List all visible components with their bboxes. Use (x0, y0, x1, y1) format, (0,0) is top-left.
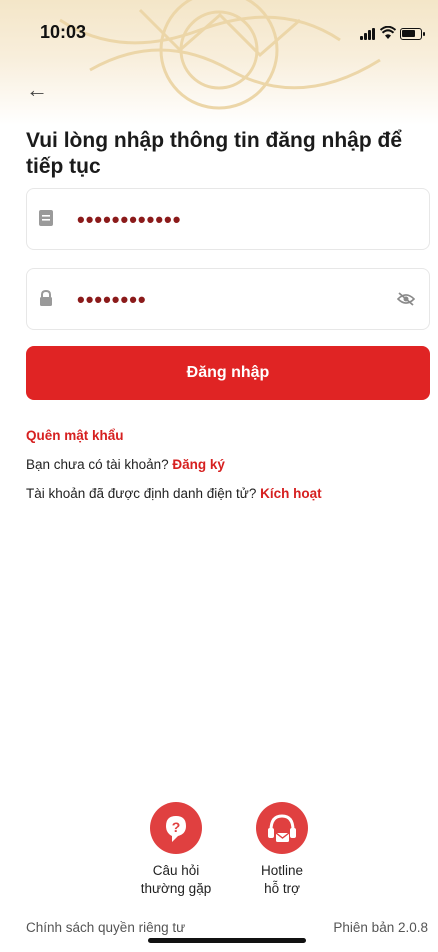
page-title: Vui lòng nhập thông tin đăng nhập để tiế… (26, 129, 403, 178)
hotline-button[interactable]: Hotline hỗ trợ (237, 802, 327, 898)
register-line: Bạn chưa có tài khoản? Đăng ký (26, 457, 225, 472)
login-button[interactable]: Đăng nhập (26, 346, 430, 400)
password-value: •••••••• (77, 287, 147, 312)
faq-label-line1: Câu hỏi (152, 863, 200, 878)
id-card-icon (39, 210, 53, 226)
forgot-password-link[interactable]: Quên mật khẩu (26, 428, 124, 443)
lock-icon (40, 290, 52, 306)
battery-icon (400, 28, 425, 40)
password-field[interactable]: •••••••• (26, 268, 430, 330)
question-icon: ? (150, 802, 202, 854)
status-bar: 10:03 (0, 18, 438, 48)
faq-label-line2: thường gặp (140, 881, 212, 896)
login-screen: 10:03 ← Vui lòng nhập thông tin đăng nhậ… (0, 0, 438, 952)
faq-button[interactable]: ? Câu hỏi thường gặp (131, 802, 221, 898)
activate-link[interactable]: Kích hoạt (260, 486, 322, 501)
eye-off-icon[interactable] (397, 291, 415, 307)
register-link[interactable]: Đăng ký (172, 457, 225, 472)
privacy-policy-link[interactable]: Chính sách quyền riêng tư (26, 920, 185, 935)
activate-line: Tài khoản đã được định danh điện tử? Kíc… (26, 486, 322, 501)
hotline-label-line2: hỗ trợ (264, 881, 300, 896)
version-label: Phiên bản 2.0.8 (333, 920, 428, 935)
home-indicator[interactable] (148, 938, 306, 943)
headset-icon (256, 802, 308, 854)
username-field[interactable]: •••••••••••• (26, 188, 430, 250)
signal-icon (360, 28, 376, 40)
hotline-label-line1: Hotline (260, 863, 304, 878)
wifi-icon (380, 26, 396, 39)
activate-prompt: Tài khoản đã được định danh điện tử? (26, 486, 257, 501)
status-time: 10:03 (40, 22, 87, 42)
register-prompt: Bạn chưa có tài khoản? (26, 457, 169, 472)
username-value: •••••••••••• (77, 207, 182, 232)
back-arrow-icon[interactable]: ← (26, 78, 50, 102)
svg-text:?: ? (172, 819, 181, 835)
